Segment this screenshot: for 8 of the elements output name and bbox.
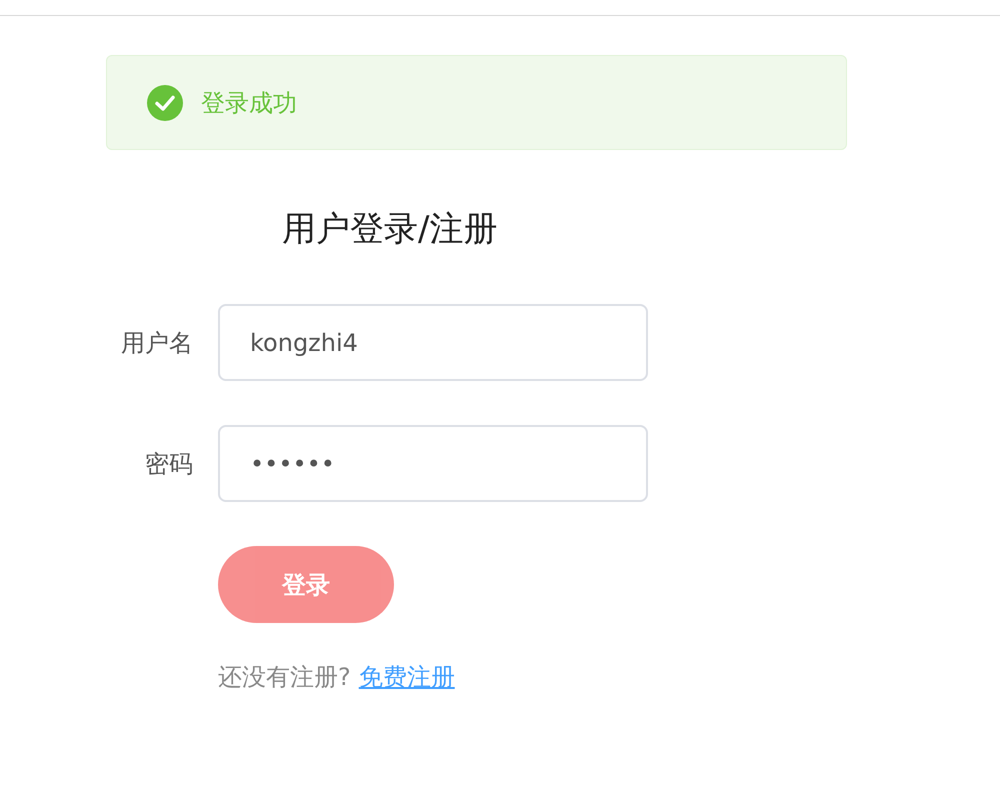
input-field[interactable]: kongzhi4 xyxy=(218,304,648,381)
alert-message: 登录成功 xyxy=(201,88,297,118)
field-label: 用户名 xyxy=(120,328,194,358)
field-label: 密码 xyxy=(144,448,194,480)
input-field[interactable]: •••••• xyxy=(218,425,648,502)
register-prompt: 还没有注册? xyxy=(218,662,351,693)
check-circle-icon xyxy=(147,84,183,120)
page-title: 用户登录/注册 xyxy=(282,208,498,251)
